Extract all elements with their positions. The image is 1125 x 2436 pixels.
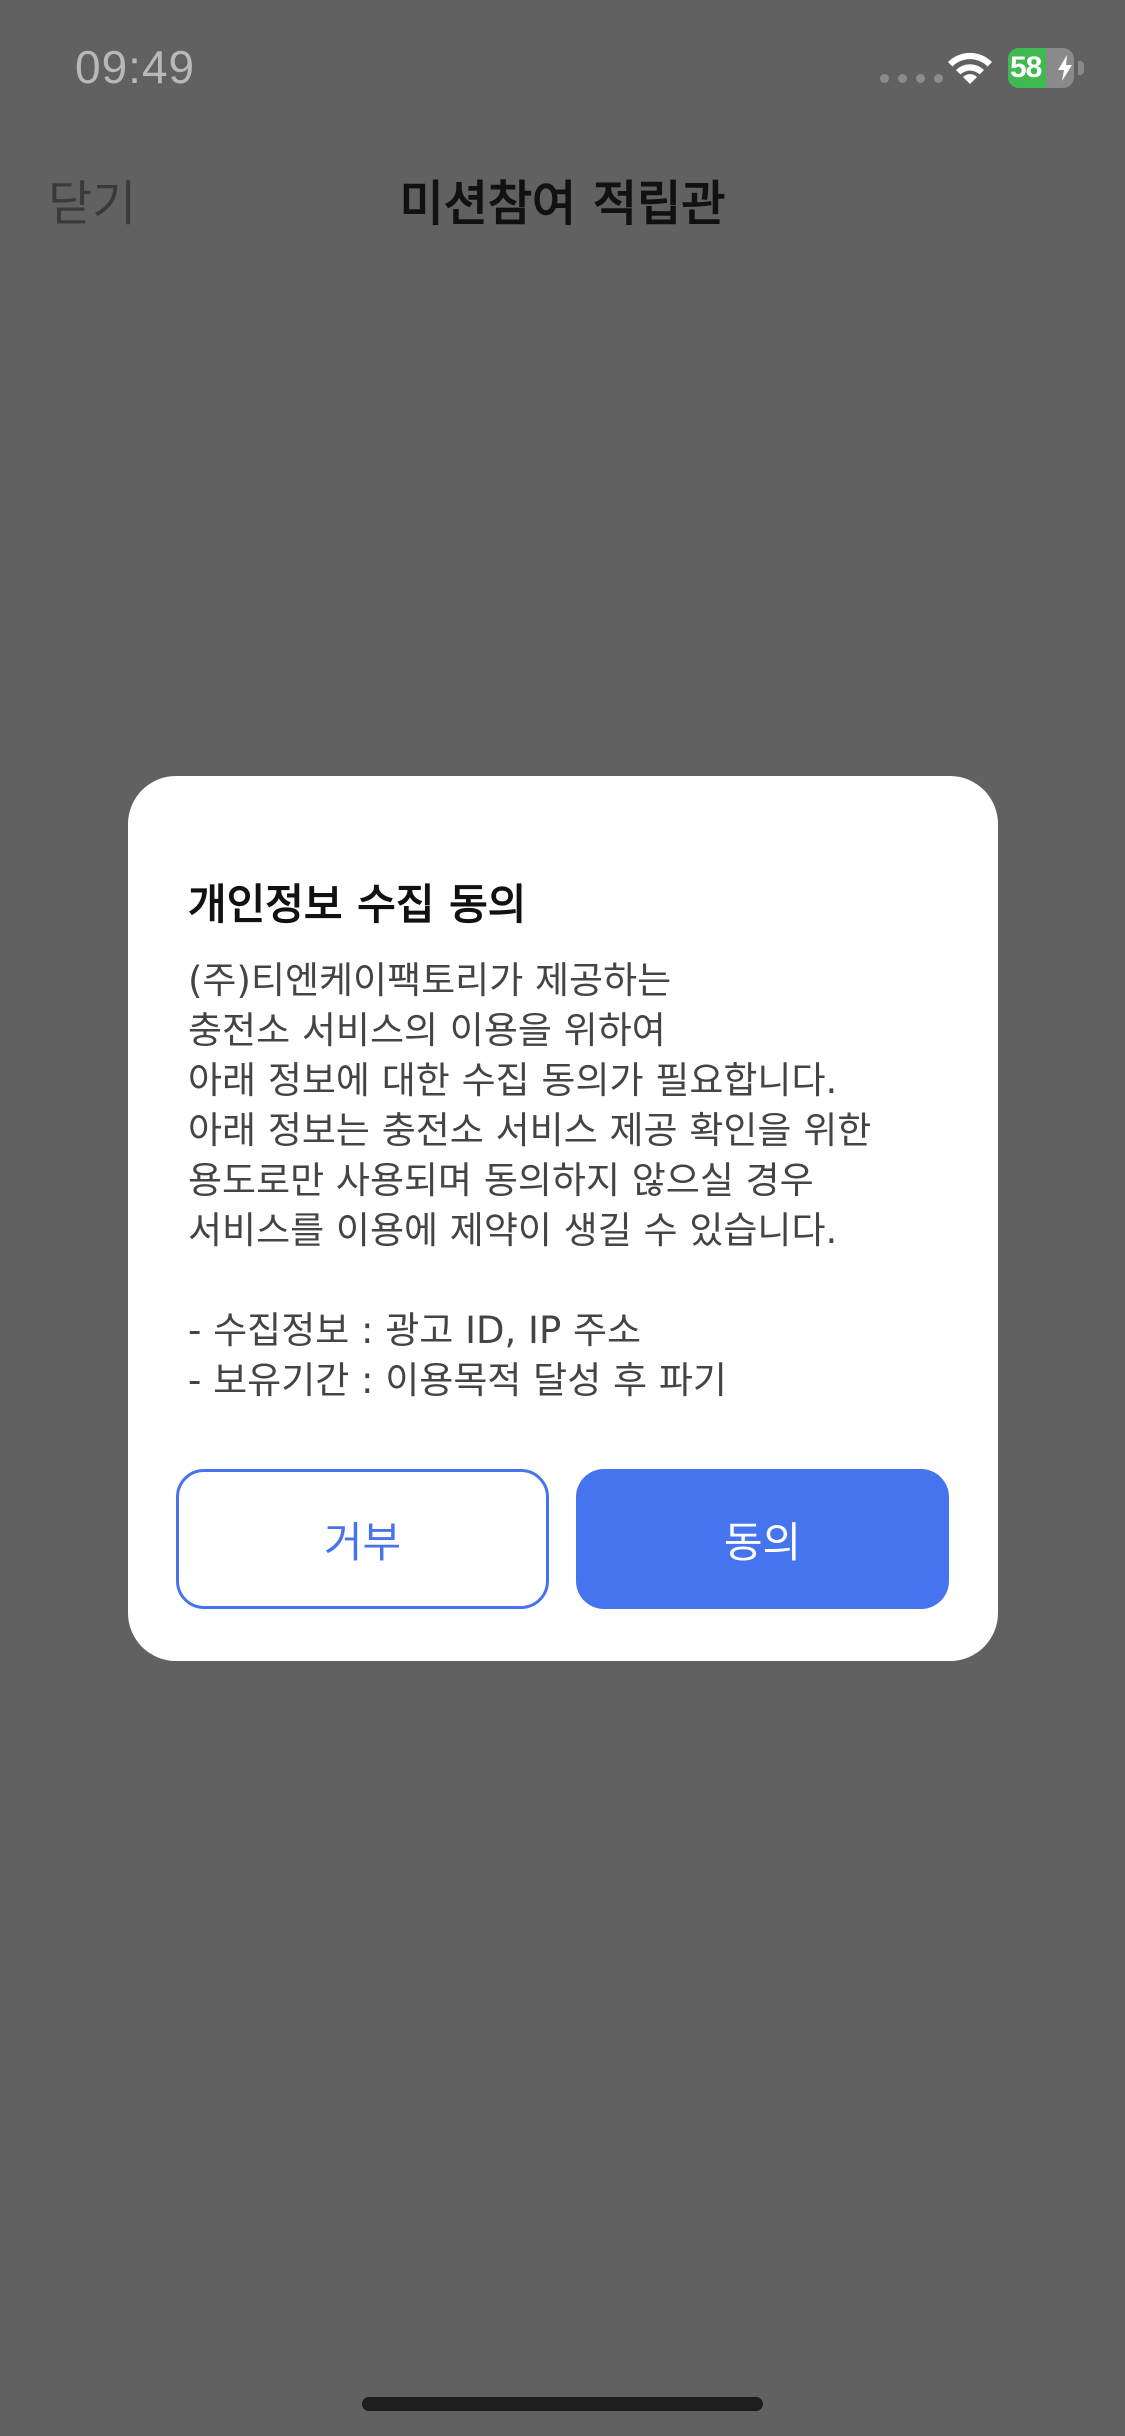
charging-bolt-icon bbox=[1058, 55, 1072, 81]
home-indicator[interactable] bbox=[362, 2397, 763, 2411]
nav-bar: 미션참여 적립관 닫기 bbox=[0, 150, 1125, 245]
battery-icon: 58 bbox=[1008, 48, 1088, 88]
deny-button[interactable]: 거부 bbox=[176, 1469, 549, 1609]
body-line: 서비스를 이용에 제약이 생길 수 있습니다. bbox=[188, 1209, 838, 1252]
agree-button[interactable]: 동의 bbox=[576, 1469, 949, 1609]
body-line: 충전소 서비스의 이용을 위하여 bbox=[188, 1009, 666, 1052]
dialog-body: (주)티엔케이팩토리가 제공하는 충전소 서비스의 이용을 위하여 아래 정보에… bbox=[188, 956, 968, 1406]
cellular-dots-icon bbox=[880, 74, 943, 83]
status-bar: 09:49 58 bbox=[0, 0, 1125, 135]
close-button[interactable]: 닫기 bbox=[48, 164, 136, 234]
body-line: 용도로만 사용되며 동의하지 않으실 경우 bbox=[188, 1159, 814, 1202]
wifi-icon bbox=[948, 52, 992, 84]
body-line: (주)티엔케이팩토리가 제공하는 bbox=[188, 959, 672, 1002]
collected-info-line: - 수집정보 : 광고 ID, IP 주소 bbox=[188, 1309, 642, 1352]
consent-dialog: 개인정보 수집 동의 (주)티엔케이팩토리가 제공하는 충전소 서비스의 이용을… bbox=[128, 776, 998, 1661]
dialog-title: 개인정보 수집 동의 bbox=[188, 880, 527, 929]
status-time: 09:49 bbox=[75, 41, 196, 93]
body-line: 아래 정보에 대한 수집 동의가 필요합니다. bbox=[188, 1059, 838, 1102]
retention-period-line: - 보유기간 : 이용목적 달성 후 파기 bbox=[188, 1359, 727, 1402]
body-line: 아래 정보는 충전소 서비스 제공 확인을 위한 bbox=[188, 1109, 872, 1152]
battery-percent: 58 bbox=[1010, 51, 1042, 84]
page-title: 미션참여 적립관 bbox=[399, 176, 726, 232]
